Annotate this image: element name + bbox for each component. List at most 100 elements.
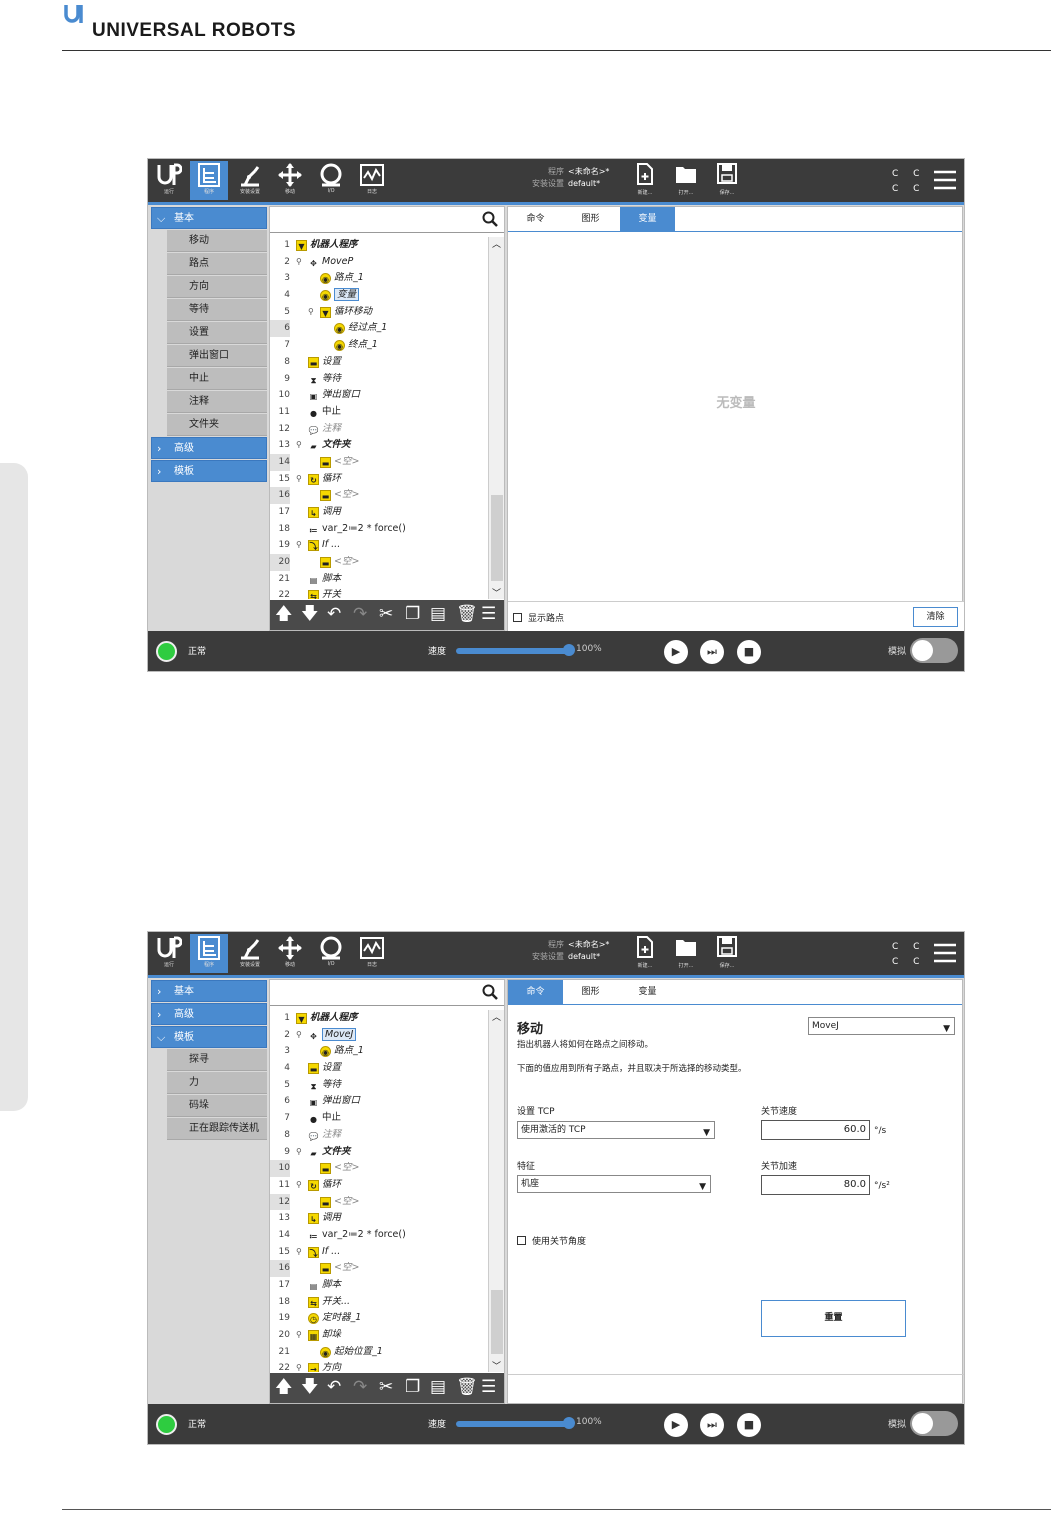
- tree-row[interactable]: 2 ⚲ ✥ MoveJ: [270, 1027, 488, 1044]
- tree-row[interactable]: 21 ◉ 起始位置_1: [270, 1344, 488, 1361]
- tree-row[interactable]: 17 ▤ 脚本: [270, 1277, 488, 1294]
- tree-row[interactable]: 18 ⇆ 开关...: [270, 1294, 488, 1311]
- tree-scrollbar[interactable]: ︿ ﹀: [488, 237, 504, 599]
- power-status-led[interactable]: [156, 641, 177, 662]
- tree-row[interactable]: 12 ▬ <空>: [270, 1193, 488, 1211]
- tree-row[interactable]: 9 ⧗ 等待: [270, 371, 488, 388]
- tree-row[interactable]: 10 ▬ <空>: [270, 1160, 488, 1177]
- tree-row[interactable]: 5 ⧗ 等待: [270, 1077, 488, 1094]
- node-item[interactable]: 码垛: [167, 1095, 267, 1117]
- tree-row[interactable]: 3 ◉ 路点_1: [270, 270, 488, 287]
- tree-row[interactable]: 16 ▬ <空>: [270, 487, 488, 505]
- node-item[interactable]: 力: [167, 1072, 267, 1094]
- reset-button[interactable]: 重置: [761, 1300, 906, 1337]
- category-basic[interactable]: ⌵ 基本: [151, 207, 267, 229]
- delete-icon[interactable]: 🗑: [456, 604, 478, 624]
- tree-row[interactable]: 14 ≔ var_2≔2 * force(): [270, 1227, 488, 1244]
- nav-run[interactable]: 运行: [150, 934, 188, 973]
- nav-move[interactable]: 移动: [271, 934, 309, 973]
- paste-icon[interactable]: ▤: [430, 604, 446, 624]
- move-down-icon[interactable]: 🡇: [301, 1377, 318, 1397]
- undo-icon[interactable]: ↶: [327, 1377, 341, 1397]
- tree-row[interactable]: 9 ⚲ ▰ 文件夹: [270, 1144, 488, 1161]
- nav-io[interactable]: I/O: [312, 161, 350, 200]
- nav-io[interactable]: I/O: [312, 934, 350, 973]
- category-advanced[interactable]: › 高级: [151, 1003, 267, 1025]
- nav-log[interactable]: 日志: [353, 934, 391, 973]
- search-icon[interactable]: [482, 984, 498, 1000]
- node-item[interactable]: 中止: [167, 368, 267, 390]
- checkbox-icon[interactable]: [517, 1236, 526, 1245]
- new-button[interactable]: 新建...: [632, 936, 658, 969]
- speed-slider-knob[interactable]: [563, 1417, 575, 1429]
- speed-slider[interactable]: [456, 1421, 568, 1427]
- joint-speed-input[interactable]: 60.0: [761, 1120, 870, 1140]
- suppress-icon[interactable]: ☰: [481, 604, 496, 624]
- node-item[interactable]: 探寻: [167, 1049, 267, 1071]
- tree-row[interactable]: 7 ◉ 终点_1: [270, 337, 488, 354]
- tree-row[interactable]: 1 ▼ 机器人程序: [270, 237, 488, 254]
- tree-row[interactable]: 6 ▣ 弹出窗口: [270, 1093, 488, 1110]
- simulation-toggle[interactable]: [910, 1411, 958, 1436]
- node-item[interactable]: 移动: [167, 230, 267, 252]
- tree-scrollbar[interactable]: ︿ ﹀: [488, 1010, 504, 1372]
- node-item[interactable]: 设置: [167, 322, 267, 344]
- stop-button[interactable]: ■: [737, 1413, 761, 1437]
- copy-icon[interactable]: ❐: [405, 604, 420, 624]
- play-button[interactable]: ▶: [664, 640, 688, 664]
- tree-row[interactable]: 20 ▬ <空>: [270, 554, 488, 571]
- power-status-led[interactable]: [156, 1414, 177, 1435]
- scroll-down-icon[interactable]: ﹀: [489, 1359, 504, 1372]
- move-down-icon[interactable]: 🡇: [301, 604, 318, 624]
- node-item[interactable]: 注释: [167, 391, 267, 413]
- tree-row[interactable]: 5 ⚲ ▼ 循环移动: [270, 304, 488, 321]
- category-basic[interactable]: › 基本: [151, 980, 267, 1002]
- new-button[interactable]: 新建...: [632, 163, 658, 196]
- tab-command[interactable]: 命令: [508, 980, 563, 1005]
- tree-row[interactable]: 6 ◉ 经过点_1: [270, 320, 488, 338]
- node-item[interactable]: 等待: [167, 299, 267, 321]
- tree-row[interactable]: 2 ⚲ ✥ MoveP: [270, 254, 488, 271]
- nav-program[interactable]: 程序: [190, 934, 228, 973]
- show-waypoints-checkbox[interactable]: 显示路点: [513, 611, 564, 624]
- category-templates[interactable]: › 模板: [151, 460, 267, 482]
- hamburger-menu-icon[interactable]: [933, 942, 957, 964]
- tree-search[interactable]: [270, 207, 504, 233]
- tree-row[interactable]: 21 ▤ 脚本: [270, 571, 488, 588]
- speed-slider[interactable]: [456, 648, 568, 654]
- move-up-icon[interactable]: 🡅: [275, 604, 292, 624]
- node-item[interactable]: 文件夹: [167, 414, 267, 436]
- hamburger-menu-icon[interactable]: [933, 169, 957, 191]
- undo-icon[interactable]: ↶: [327, 604, 341, 624]
- tab-graphics[interactable]: 图形: [563, 980, 618, 1005]
- redo-icon[interactable]: ↷: [353, 604, 367, 624]
- tree-row[interactable]: 19 ◷ 定时器_1: [270, 1310, 488, 1327]
- tree-row[interactable]: 3 ◉ 路点_1: [270, 1043, 488, 1060]
- delete-icon[interactable]: 🗑: [456, 1377, 478, 1397]
- tree-row[interactable]: 8 ▬ 设置: [270, 354, 488, 371]
- open-button[interactable]: 打开...: [673, 936, 699, 969]
- search-icon[interactable]: [482, 211, 498, 227]
- tree-row[interactable]: 10 ▣ 弹出窗口: [270, 387, 488, 404]
- copy-icon[interactable]: ❐: [405, 1377, 420, 1397]
- play-button[interactable]: ▶: [664, 1413, 688, 1437]
- nav-installation[interactable]: 安装设置: [231, 934, 269, 973]
- tree-row[interactable]: 18 ≔ var_2≔2 * force(): [270, 521, 488, 538]
- simulation-toggle[interactable]: [910, 638, 958, 663]
- tree-row[interactable]: 8 💬 注释: [270, 1127, 488, 1144]
- tree-row[interactable]: 20 ⚲ ▦ 卸垛: [270, 1327, 488, 1344]
- tree-row[interactable]: 16 ▬ <空>: [270, 1260, 488, 1278]
- step-button[interactable]: ⏭: [700, 1413, 724, 1437]
- suppress-icon[interactable]: ☰: [481, 1377, 496, 1397]
- tree-row[interactable]: 12 💬 注释: [270, 421, 488, 438]
- tree-row[interactable]: 11 ⚲ ↻ 循环: [270, 1177, 488, 1194]
- tcp-select[interactable]: 使用激活的 TCP ▼: [517, 1121, 715, 1139]
- tab-variables[interactable]: 变量: [620, 207, 675, 232]
- step-button[interactable]: ⏭: [700, 640, 724, 664]
- nav-move[interactable]: 移动: [271, 161, 309, 200]
- paste-icon[interactable]: ▤: [430, 1377, 446, 1397]
- tree-row[interactable]: 15 ⚲ ↻ 循环: [270, 471, 488, 488]
- tree-row[interactable]: 15 ⚲ ⤵ If ...: [270, 1244, 488, 1261]
- category-templates[interactable]: ⌵ 模板: [151, 1026, 267, 1048]
- stop-button[interactable]: ■: [737, 640, 761, 664]
